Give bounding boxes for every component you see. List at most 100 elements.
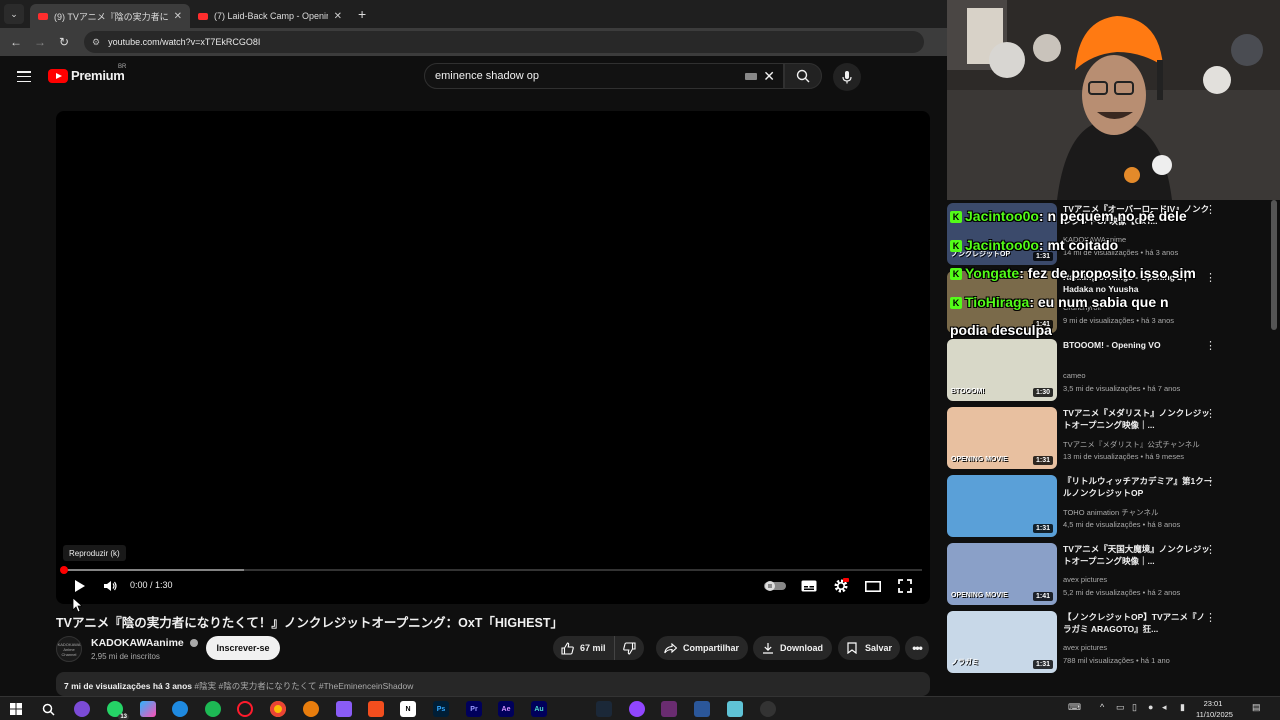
video-thumbnail[interactable]: ノラガミ 1:31 — [947, 611, 1057, 673]
tab-search-button[interactable]: ⌄ — [4, 4, 24, 24]
keyboard-layout-icon[interactable]: ⌨ — [1068, 702, 1081, 713]
fullscreen-button[interactable] — [897, 578, 913, 594]
video-thumbnail[interactable]: OPENING MOVIE 1:31 — [947, 407, 1057, 469]
more-vertical-icon[interactable]: ⋮ — [1205, 339, 1216, 352]
search-taskbar-icon[interactable] — [40, 701, 56, 717]
recommendation-title[interactable]: BTOOOM! - Opening VO — [1063, 339, 1213, 351]
photoshop-icon[interactable]: Ps — [433, 701, 449, 717]
subscribe-button[interactable]: Inscrever-se — [206, 636, 280, 660]
video-thumbnail[interactable]: BTOOOM! 1:30 — [947, 339, 1057, 401]
more-vertical-icon[interactable]: ⋮ — [1205, 407, 1216, 420]
new-tab-icon[interactable]: + — [358, 6, 366, 22]
description-box[interactable]: 7 mi de visualizações há 3 anos #陰実 #陰の実… — [56, 672, 930, 696]
recommendation-title[interactable]: TVアニメ『天国大魔境』ノンクレジットオープニング映像｜... — [1063, 543, 1213, 567]
discord-icon[interactable] — [74, 701, 90, 717]
site-info-icon[interactable]: ⚙ — [92, 37, 100, 48]
video-player[interactable] — [56, 111, 930, 604]
display-icon[interactable]: ▯ — [1132, 702, 1137, 713]
windows-start-icon[interactable] — [8, 701, 24, 717]
search-input[interactable]: eminence shadow op ✕ — [424, 63, 784, 89]
more-vertical-icon[interactable]: ⋮ — [1205, 611, 1216, 624]
dislike-button[interactable] — [615, 636, 644, 660]
blender-icon[interactable] — [303, 701, 319, 717]
spotify-icon[interactable] — [205, 701, 221, 717]
browser-tab[interactable]: (7) Laid-Back Camp - Opening ✕ — [190, 4, 350, 28]
vscode-icon[interactable] — [694, 701, 710, 717]
scrubber-handle[interactable] — [60, 566, 68, 574]
recommendation-title[interactable]: TVアニメ『メダリスト』ノンクレジットオープニング映像｜... — [1063, 407, 1213, 431]
battery-icon[interactable]: ▮ — [1180, 702, 1185, 713]
recommendation-channel[interactable]: cameo — [1063, 371, 1086, 380]
save-button[interactable]: Salvar — [838, 636, 900, 660]
network-icon[interactable]: ▭ — [1116, 702, 1125, 713]
show-hidden-icons-icon[interactable]: ^ — [1100, 702, 1104, 712]
clear-search-icon[interactable]: ✕ — [763, 68, 775, 85]
voice-search-button[interactable] — [833, 63, 861, 91]
volume-tray-icon[interactable]: ◂ — [1162, 702, 1167, 713]
channel-avatar[interactable]: KADOKAWA Anime Channel — [56, 636, 82, 662]
video-thumbnail[interactable]: 1:31 — [947, 475, 1057, 537]
forward-arrow-icon[interactable]: → — [28, 35, 52, 49]
subtitles-button[interactable] — [801, 578, 817, 594]
after-effects-icon[interactable]: Ae — [498, 701, 514, 717]
recommendation-item[interactable]: ノラガミ 1:31 【ノンクレジットOP】TVアニメ『ノラガミ ARAGOTO』狂.… — [947, 611, 1247, 673]
video-thumbnail[interactable]: OPENING MOVIE 1:41 — [947, 543, 1057, 605]
download-button[interactable]: Download — [753, 636, 832, 660]
app-icon-2[interactable] — [727, 701, 743, 717]
twitch-icon[interactable] — [629, 701, 645, 717]
recommendation-item[interactable]: OPENING MOVIE 1:31 TVアニメ『メダリスト』ノンクレジットオープニ… — [947, 407, 1247, 469]
scrollbar-thumb[interactable] — [1271, 200, 1277, 330]
taskbar: 13 N Ps Pr Ae Au ⌨ ^ ▭ ▯ ● ◂ ▮ 23:01 11/… — [0, 696, 1280, 720]
recommendation-channel[interactable]: avex pictures — [1063, 643, 1107, 652]
theater-mode-button[interactable] — [865, 578, 881, 594]
clock[interactable]: 23:01 11/10/2025 — [1196, 698, 1233, 720]
close-tab-icon[interactable]: ✕ — [174, 11, 182, 22]
youtube-favicon-icon — [38, 12, 48, 20]
notion-icon[interactable]: N — [400, 701, 416, 717]
reload-icon[interactable]: ↻ — [52, 35, 76, 49]
youtube-logo[interactable]: Premium BR — [48, 64, 126, 83]
more-actions-button[interactable]: ••• — [905, 636, 929, 660]
edge-icon[interactable] — [172, 701, 188, 717]
recommendation-channel[interactable]: TVアニメ『メダリスト』公式チャンネル — [1063, 439, 1200, 450]
recommendation-title[interactable]: 【ノンクレジットOP】TVアニメ『ノラガミ ARAGOTO』狂... — [1063, 611, 1213, 635]
steam-icon[interactable] — [596, 701, 612, 717]
purple-app-icon[interactable] — [336, 701, 352, 717]
more-vertical-icon[interactable]: ⋮ — [1205, 475, 1216, 488]
figma-icon[interactable] — [368, 701, 384, 717]
recommendation-item[interactable]: OPENING MOVIE 1:41 TVアニメ『天国大魔境』ノンクレジットオープニ… — [947, 543, 1247, 605]
progress-bar[interactable] — [60, 566, 922, 574]
close-tab-icon[interactable]: ✕ — [334, 11, 342, 22]
microphone-tray-icon[interactable]: ● — [1148, 702, 1153, 712]
recommendation-channel[interactable]: avex pictures — [1063, 575, 1107, 584]
audition-icon[interactable]: Au — [531, 701, 547, 717]
obs-icon[interactable] — [760, 701, 776, 717]
recommendation-item[interactable]: 1:31 『リトルウィッチアカデミア』第1クールノンクレジットOP TOHO ani… — [947, 475, 1247, 537]
whatsapp-icon[interactable]: 13 — [107, 701, 129, 720]
keyboard-icon[interactable] — [745, 73, 757, 80]
volume-button[interactable] — [102, 578, 118, 594]
search-button[interactable] — [784, 63, 822, 89]
premiere-icon[interactable]: Pr — [466, 701, 482, 717]
share-button[interactable]: Compartilhar — [656, 636, 748, 660]
like-button[interactable]: 67 mil — [553, 636, 615, 660]
app-icon[interactable] — [661, 701, 677, 717]
back-arrow-icon[interactable]: ← — [4, 35, 28, 49]
hashtags[interactable]: #陰実 #陰の実力者になりたくて #TheEminenceinShadow — [194, 681, 413, 691]
view-stats: 7 mi de visualizações há 3 anos — [64, 681, 193, 691]
opera-icon[interactable] — [237, 701, 253, 717]
recommendation-title[interactable]: 『リトルウィッチアカデミア』第1クールノンクレジットOP — [1063, 475, 1213, 499]
recommendation-channel[interactable]: TOHO animation チャンネル — [1063, 507, 1159, 518]
settings-button[interactable] — [833, 578, 849, 594]
notifications-icon[interactable]: ▤ — [1252, 702, 1261, 713]
play-button[interactable] — [72, 578, 88, 594]
chrome-icon[interactable] — [270, 701, 286, 717]
menu-icon[interactable] — [17, 71, 31, 82]
copilot-icon[interactable] — [140, 701, 156, 717]
autoplay-toggle[interactable] — [764, 578, 786, 594]
url-field[interactable]: ⚙ youtube.com/watch?v=xT7EkRCGO8I — [84, 31, 924, 53]
recommendation-item[interactable]: BTOOOM! 1:30 BTOOOM! - Opening VO cameo 3,5 … — [947, 339, 1247, 401]
browser-tab-active[interactable]: (9) TVアニメ『陰の実力者になりたくて！』 ✕ — [30, 4, 190, 28]
channel-name[interactable]: KADOKAWAanime — [91, 637, 198, 649]
more-vertical-icon[interactable]: ⋮ — [1205, 543, 1216, 556]
